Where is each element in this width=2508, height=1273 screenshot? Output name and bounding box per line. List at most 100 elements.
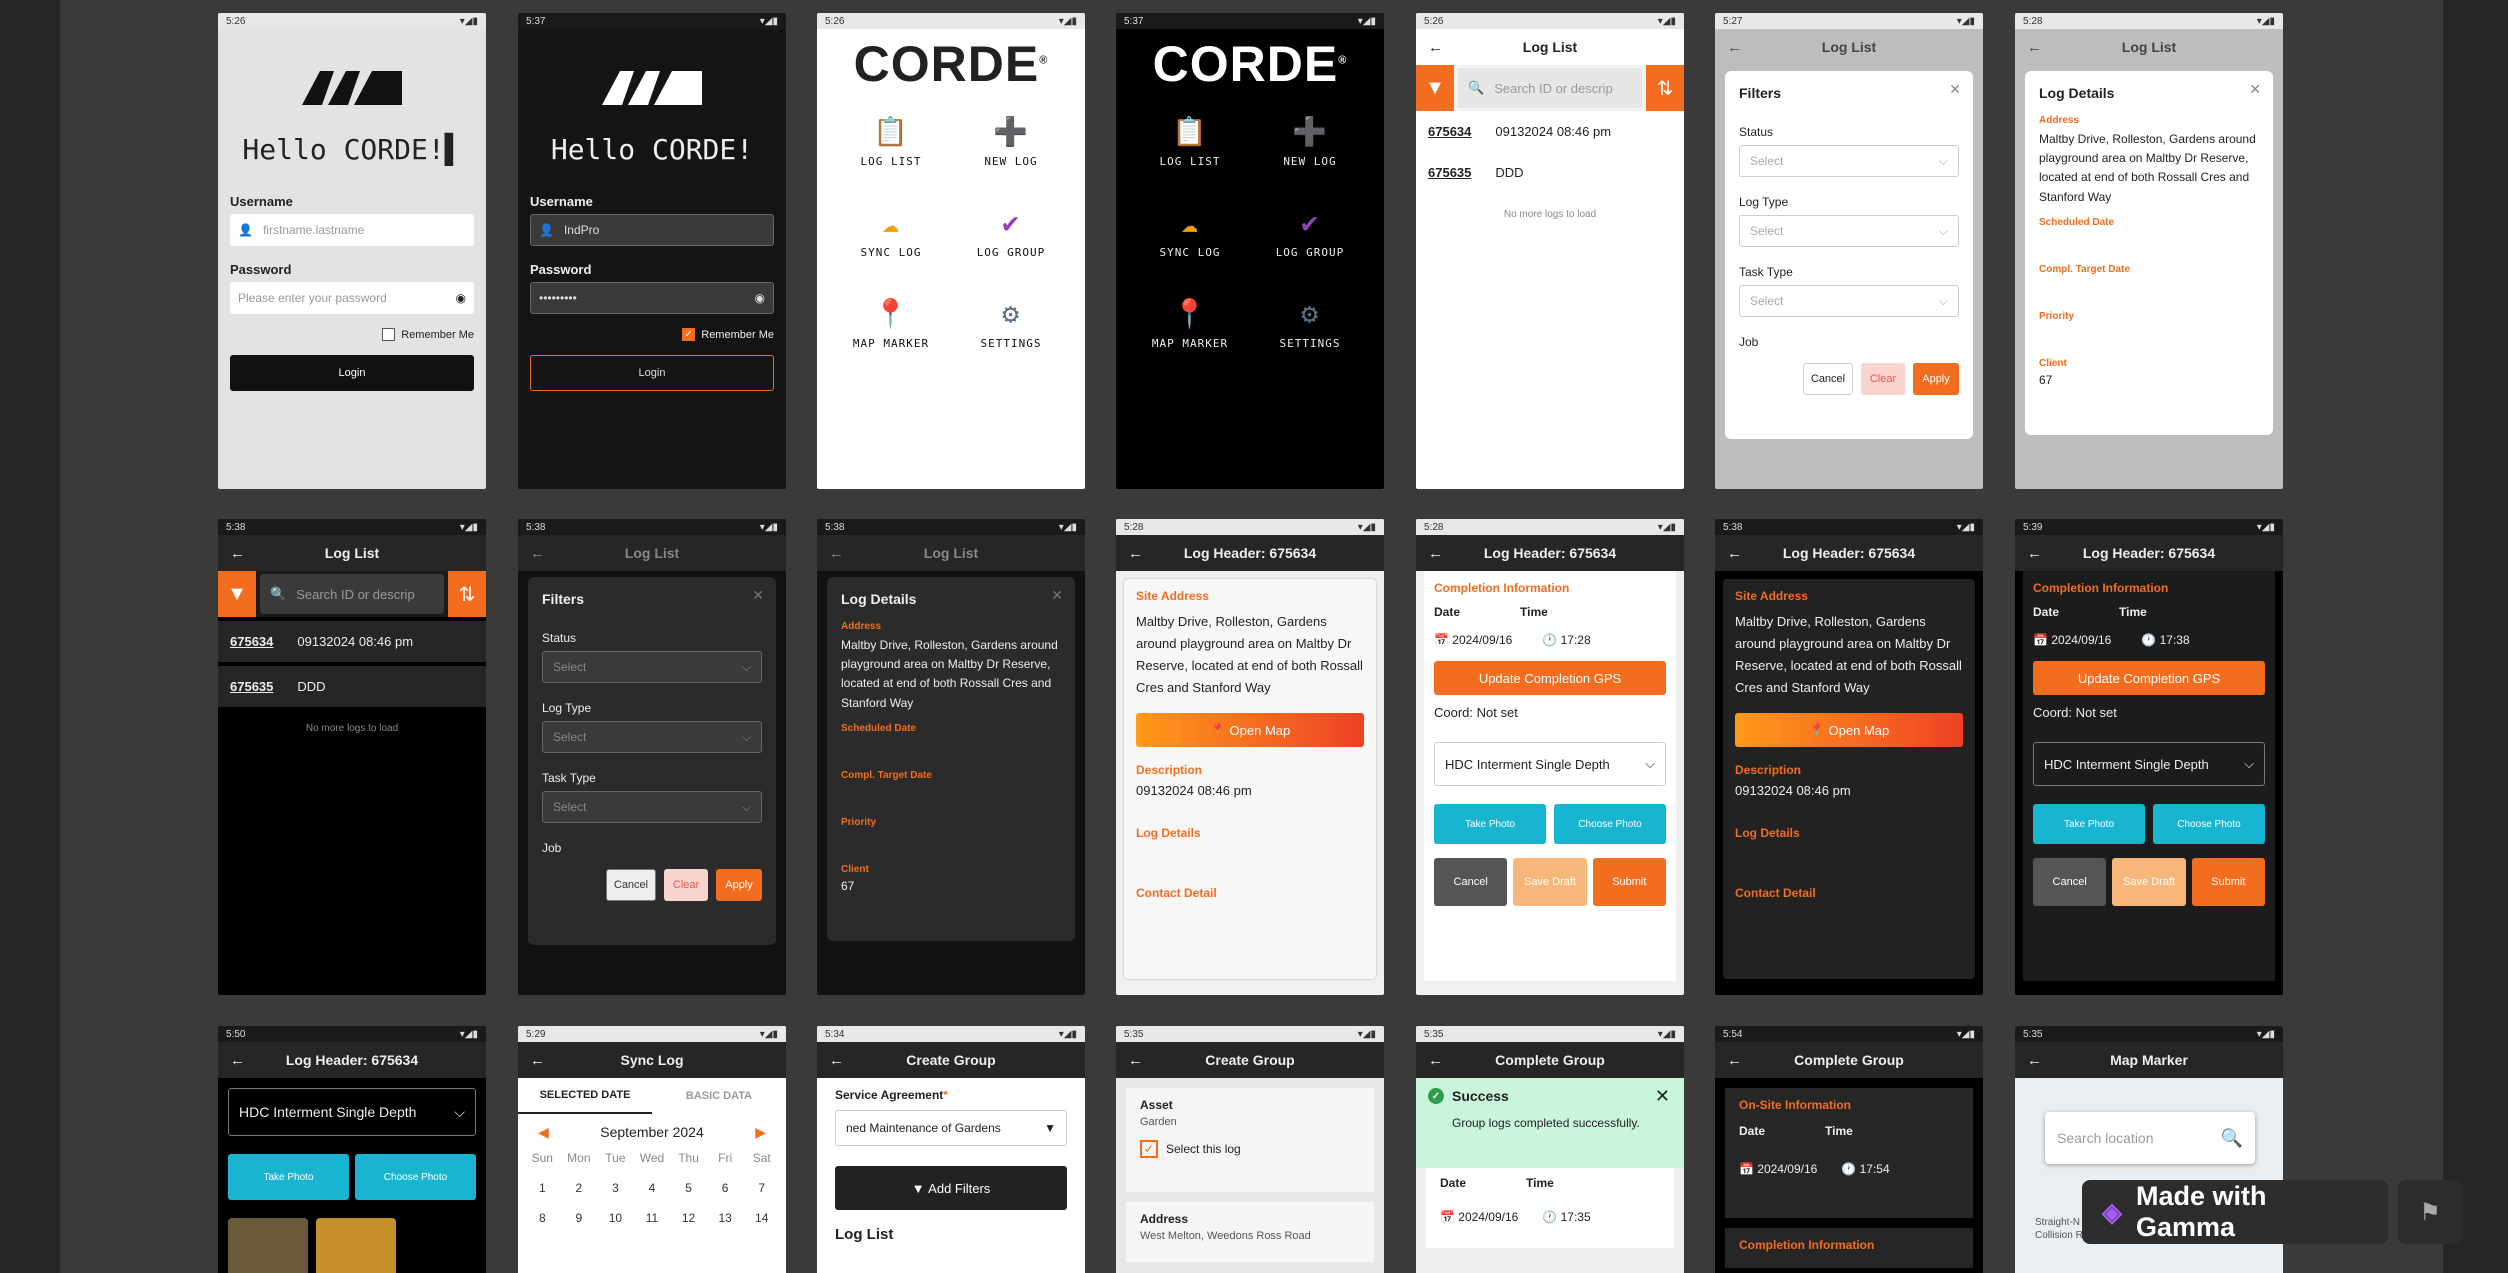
- photo-thumbnail[interactable]: [228, 1218, 308, 1273]
- task-type-select[interactable]: Select ⌵: [542, 791, 762, 823]
- login-button[interactable]: Login: [230, 355, 474, 391]
- calendar-cell[interactable]: 14: [743, 1211, 780, 1225]
- choose-photo-button[interactable]: Choose Photo: [355, 1154, 476, 1200]
- update-gps-button[interactable]: Update Completion GPS: [2033, 661, 2265, 695]
- open-map-button[interactable]: 📍 Open Map: [1735, 713, 1963, 748]
- calendar-cell[interactable]: 7: [743, 1181, 780, 1195]
- task-type-select[interactable]: Select ⌵: [1739, 285, 1959, 317]
- time-field[interactable]: 🕐 17:38: [2141, 633, 2189, 647]
- apply-button[interactable]: Apply: [716, 869, 762, 901]
- back-icon[interactable]: ←: [230, 545, 245, 562]
- open-map-button[interactable]: 📍 Open Map: [1136, 713, 1364, 748]
- close-icon[interactable]: ✕: [1949, 81, 1961, 98]
- login-button[interactable]: Login: [530, 355, 774, 391]
- close-icon[interactable]: ✕: [2249, 81, 2261, 98]
- menu-sync-log[interactable]: ☁ SYNC LOG: [831, 208, 951, 260]
- back-icon[interactable]: ←: [1128, 545, 1143, 562]
- take-photo-button[interactable]: Take Photo: [228, 1154, 349, 1200]
- menu-sync-log[interactable]: ☁ SYNC LOG: [1130, 208, 1250, 260]
- remember-checkbox[interactable]: [382, 328, 396, 341]
- menu-new-log[interactable]: ➕ NEW LOG: [951, 117, 1071, 169]
- calendar-cell[interactable]: 2: [561, 1181, 598, 1195]
- calendar-cell[interactable]: 12: [670, 1211, 707, 1225]
- flag-icon[interactable]: ⚑: [2398, 1180, 2462, 1244]
- log-type-select[interactable]: Select ⌵: [1739, 215, 1959, 247]
- choose-photo-button[interactable]: Choose Photo: [2153, 804, 2265, 844]
- status-select[interactable]: Select ⌵: [542, 651, 762, 683]
- tab-selected-date[interactable]: SELECTED DATE: [518, 1078, 652, 1114]
- close-icon[interactable]: ✕: [752, 587, 764, 604]
- log-type-select[interactable]: Select ⌵: [542, 721, 762, 753]
- made-with-gamma-badge[interactable]: ◈ Made with Gamma: [2082, 1180, 2388, 1244]
- username-field[interactable]: 👤 firstname.lastname: [230, 214, 474, 246]
- clear-button[interactable]: Clear: [664, 869, 708, 901]
- clear-button[interactable]: Clear: [1861, 363, 1905, 395]
- calendar-cell[interactable]: 1: [524, 1181, 561, 1195]
- filter-button[interactable]: ▼: [218, 571, 256, 617]
- calendar-cell[interactable]: 6: [707, 1181, 744, 1195]
- close-icon[interactable]: ✕: [1655, 1086, 1670, 1107]
- apply-button[interactable]: Apply: [1913, 363, 1959, 395]
- calendar-cell[interactable]: 8: [524, 1211, 561, 1225]
- menu-map-marker[interactable]: 📍 MAP MARKER: [831, 299, 951, 351]
- list-item[interactable]: 675634 09132024 08:46 pm: [218, 621, 486, 662]
- cancel-button[interactable]: Cancel: [606, 869, 656, 901]
- menu-log-group[interactable]: ✔ LOG GROUP: [1250, 208, 1370, 260]
- type-select[interactable]: HDC Interment Single Depth ⌵: [2033, 742, 2265, 786]
- save-draft-button[interactable]: Save Draft: [1513, 858, 1587, 906]
- take-photo-button[interactable]: Take Photo: [1434, 804, 1546, 844]
- calendar-cell[interactable]: 11: [634, 1211, 671, 1225]
- list-item[interactable]: 675635 DDD: [1416, 152, 1684, 193]
- menu-log-group[interactable]: ✔ LOG GROUP: [951, 208, 1071, 260]
- close-icon[interactable]: ✕: [1051, 587, 1063, 604]
- menu-map-marker[interactable]: 📍 MAP MARKER: [1130, 299, 1250, 351]
- search-input[interactable]: 🔍 Search ID or descrip: [260, 574, 444, 614]
- submit-button[interactable]: Submit: [1592, 858, 1666, 906]
- password-field[interactable]: ••••••••• ◉: [530, 282, 774, 314]
- eye-off-icon[interactable]: ◉: [456, 291, 466, 305]
- cancel-button[interactable]: Cancel: [1803, 363, 1853, 395]
- select-log-checkbox[interactable]: ✓: [1140, 1140, 1158, 1158]
- date-field[interactable]: 📅 2024/09/16: [1434, 633, 1512, 647]
- choose-photo-button[interactable]: Choose Photo: [1554, 804, 1666, 844]
- take-photo-button[interactable]: Take Photo: [2033, 804, 2145, 844]
- list-item[interactable]: 675635 DDD: [218, 666, 486, 707]
- status-select[interactable]: Select ⌵: [1739, 145, 1959, 177]
- calendar-cell[interactable]: 4: [634, 1181, 671, 1195]
- username-field[interactable]: 👤 IndPro: [530, 214, 774, 246]
- cancel-button[interactable]: Cancel: [1434, 858, 1508, 906]
- search-input[interactable]: 🔍 Search ID or descrip: [1458, 68, 1642, 108]
- menu-new-log[interactable]: ➕ NEW LOG: [1250, 117, 1370, 169]
- tab-basic-data[interactable]: BASIC DATA: [652, 1078, 786, 1114]
- submit-button[interactable]: Submit: [2191, 858, 2265, 906]
- photo-thumbnail[interactable]: [316, 1218, 396, 1273]
- calendar-cell[interactable]: 9: [561, 1211, 598, 1225]
- prev-month-icon[interactable]: ◀: [538, 1124, 549, 1141]
- menu-settings[interactable]: ⚙ SETTINGS: [1250, 299, 1370, 351]
- sort-button[interactable]: ⇅: [448, 571, 486, 617]
- eye-off-icon[interactable]: ◉: [755, 291, 765, 305]
- date-field[interactable]: 📅 2024/09/16: [2033, 633, 2111, 647]
- calendar-cell[interactable]: 5: [670, 1181, 707, 1195]
- calendar-cell[interactable]: 3: [597, 1181, 634, 1195]
- menu-log-list[interactable]: 📋 LOG LIST: [1130, 117, 1250, 169]
- menu-log-list[interactable]: 📋 LOG LIST: [831, 117, 951, 169]
- calendar-cell[interactable]: 10: [597, 1211, 634, 1225]
- list-item[interactable]: 675634 09132024 08:46 pm: [1416, 111, 1684, 152]
- service-select[interactable]: ned Maintenance of Gardens ▼: [835, 1110, 1067, 1146]
- menu-settings[interactable]: ⚙ SETTINGS: [951, 299, 1071, 351]
- time-field[interactable]: 🕐 17:28: [1542, 633, 1590, 647]
- sort-button[interactable]: ⇅: [1646, 65, 1684, 111]
- save-draft-button[interactable]: Save Draft: [2112, 858, 2186, 906]
- calendar-cell[interactable]: 13: [707, 1211, 744, 1225]
- type-select[interactable]: HDC Interment Single Depth ⌵: [228, 1088, 476, 1136]
- filter-button[interactable]: ▼: [1416, 65, 1454, 111]
- cancel-button[interactable]: Cancel: [2033, 858, 2107, 906]
- password-field[interactable]: Please enter your password ◉: [230, 282, 474, 314]
- add-filters-button[interactable]: ▼ Add Filters: [835, 1166, 1067, 1210]
- next-month-icon[interactable]: ▶: [755, 1124, 766, 1141]
- update-gps-button[interactable]: Update Completion GPS: [1434, 661, 1666, 695]
- type-select[interactable]: HDC Interment Single Depth ⌵: [1434, 742, 1666, 786]
- location-search-input[interactable]: Search location 🔍: [2045, 1112, 2255, 1164]
- remember-checkbox[interactable]: ✓: [682, 328, 696, 341]
